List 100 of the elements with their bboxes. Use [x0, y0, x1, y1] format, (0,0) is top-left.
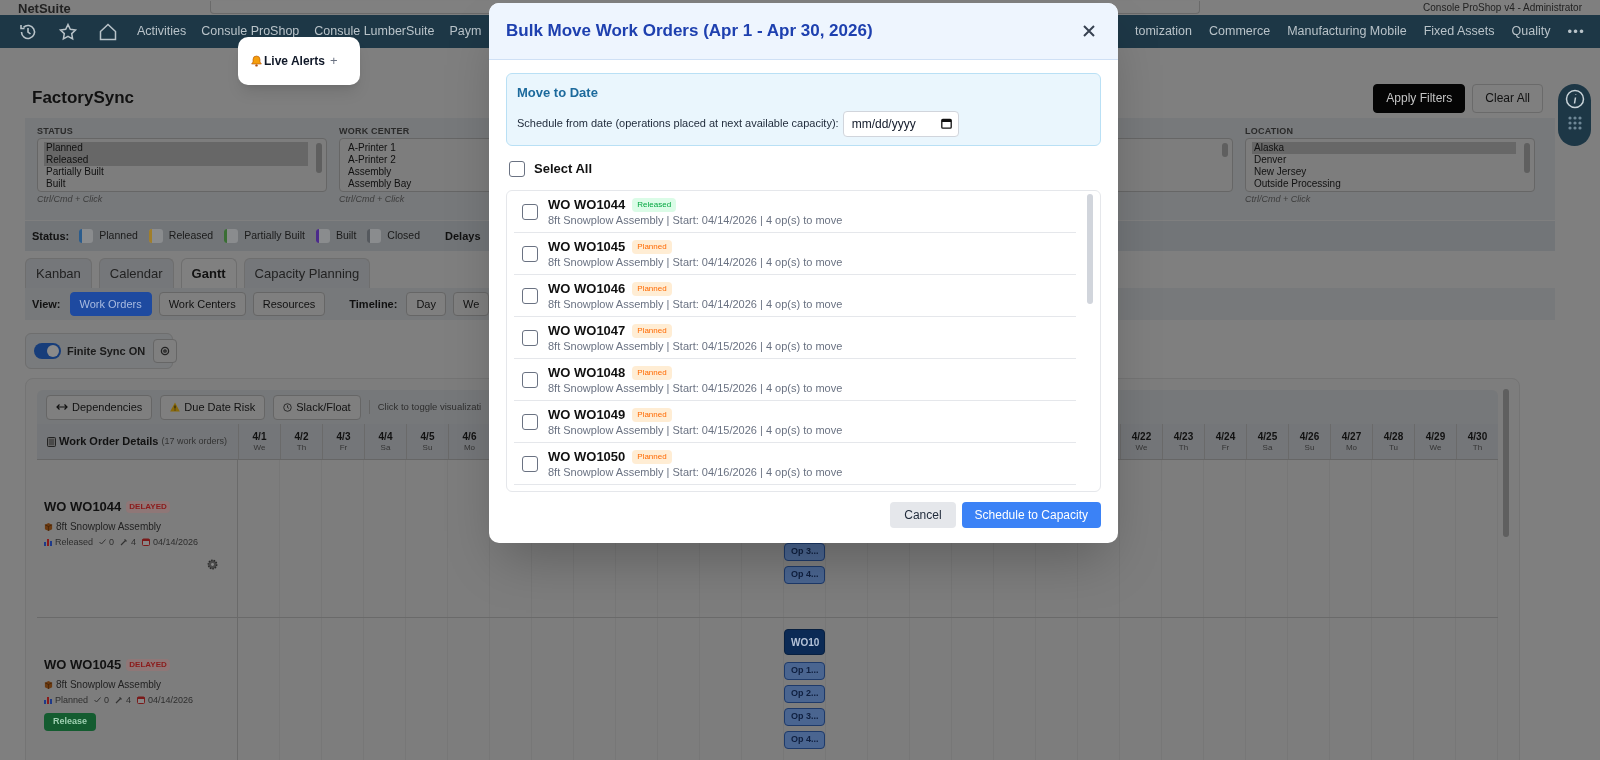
date-label: 4/6: [462, 430, 477, 443]
date-label: 4/28: [1383, 430, 1404, 443]
listbox-option[interactable]: Built: [44, 178, 308, 190]
listbox-option[interactable]: Partially Built: [44, 166, 308, 178]
done-count: 0: [109, 535, 115, 549]
tab[interactable]: Calendar: [98, 258, 174, 288]
column-header: Work Order Details: [59, 434, 159, 450]
toggle-button[interactable]: Work Centers: [158, 292, 246, 316]
operation-bar[interactable]: Op 4...: [784, 731, 825, 749]
filter-label: WORK CENTER: [339, 125, 410, 137]
weekday-label: Tu: [1388, 442, 1398, 453]
operation-bar[interactable]: Op 2...: [784, 685, 825, 703]
tab[interactable]: Gantt: [180, 258, 237, 288]
date-label: 4/23: [1173, 430, 1194, 443]
done-count: 0: [104, 693, 110, 707]
account-label: Console ProShop v4 - Administrator: [1423, 2, 1582, 13]
filter-label: LOCATION: [1245, 125, 1294, 137]
listbox-option[interactable]: Released: [44, 154, 308, 166]
toolbar-button[interactable]: Due Date Risk: [160, 394, 266, 420]
panel-title: Move to Date: [517, 84, 599, 102]
date-label: 4/25: [1257, 430, 1278, 443]
dialog-button[interactable]: Cancel: [890, 502, 956, 528]
nav-link[interactable]: Activities: [137, 22, 187, 41]
toolbar-button[interactable]: Dependencies: [46, 394, 153, 420]
work-order-title: WO WO1045: [44, 656, 122, 674]
toggle-button[interactable]: Resources: [252, 292, 326, 316]
nav-link[interactable]: Commerce: [1209, 22, 1271, 41]
nav-link[interactable]: Consule LumberSuite: [314, 22, 435, 41]
weekday-label: We: [1135, 442, 1148, 453]
nav-link[interactable]: Manufacturing Mobile: [1287, 22, 1407, 41]
filter-label: STATUS: [37, 125, 73, 137]
order-detail: 8ft Snowplow Assembly | Start: 04/14/2026 | 4 op(s) to move: [548, 254, 843, 269]
order-title: WO WO1046: [548, 280, 626, 297]
operation-bar[interactable]: Op 1...: [784, 662, 825, 680]
toolbar-button[interactable]: Slack/Float: [273, 394, 361, 420]
legend-item: Partially Built: [244, 228, 305, 244]
status-badge: DELAYED: [126, 658, 170, 671]
order-bar[interactable]: WO10: [784, 629, 825, 655]
checkbox-label: Select All: [534, 160, 593, 179]
status-badge: Released: [632, 197, 677, 212]
listbox-option[interactable]: New Jersey: [1252, 166, 1516, 178]
nav-link[interactable]: Quality: [1511, 22, 1551, 41]
listbox-option[interactable]: Planned: [44, 142, 308, 154]
order-detail: 8ft Snowplow Assembly | Start: 04/15/2026 | 4 op(s) to move: [548, 338, 843, 353]
order-title: WO WO1050: [548, 448, 626, 465]
item-name: 8ft Snowplow Assembly: [56, 519, 162, 534]
operation-count: 4: [131, 535, 137, 549]
date-label: 4/24: [1215, 430, 1236, 443]
toggle-button[interactable]: Work Orders: [69, 292, 152, 316]
live-alerts-label: Live Alerts: [264, 53, 325, 70]
nav-link[interactable]: Paym: [449, 22, 482, 41]
date-label: 4/5: [420, 430, 435, 443]
toggle-button[interactable]: We: [452, 292, 490, 316]
more-button[interactable]: •••: [1567, 21, 1585, 42]
status-badge: DELAYED: [126, 500, 170, 513]
order-title: WO WO1049: [548, 406, 626, 423]
legend-item: Built: [335, 228, 357, 244]
date-label: 4/3: [336, 430, 351, 443]
view-label: View:: [32, 296, 61, 312]
action-button[interactable]: Clear All: [1472, 83, 1543, 113]
nav-link[interactable]: Consule ProShop: [201, 22, 300, 41]
weekday-label: We: [253, 442, 266, 453]
listbox[interactable]: Planned Released Partially Built Built: [37, 138, 327, 192]
legend-label: Delays: [445, 228, 481, 244]
operation-bar[interactable]: Op 4...: [784, 566, 825, 584]
release-button[interactable]: Release: [44, 713, 97, 731]
operation-bar[interactable]: Op 3...: [784, 708, 825, 726]
weekday-label: Sa: [1262, 442, 1273, 453]
legend-item: Closed: [387, 228, 421, 244]
nav-link[interactable]: tomization: [1135, 22, 1192, 41]
weekday-label: Mo: [1345, 442, 1358, 453]
operation-bar[interactable]: Op 3...: [784, 543, 825, 561]
order-title: WO WO1045: [548, 238, 626, 255]
count-label: (17 work orders): [161, 434, 227, 448]
listbox-option[interactable]: Alaska: [1252, 142, 1516, 154]
dialog-button[interactable]: Schedule to Capacity: [961, 502, 1101, 528]
dialog-title: Bulk Move Work Orders (Apr 1 - Apr 30, 2026): [506, 20, 873, 43]
weekday-label: We: [1429, 442, 1442, 453]
tab[interactable]: Kanban: [25, 258, 92, 288]
date-label: 4/22: [1131, 430, 1152, 443]
action-button[interactable]: Apply Filters: [1373, 83, 1466, 113]
status-text: Released: [55, 535, 94, 549]
date-label: 4/4: [378, 430, 393, 443]
listbox[interactable]: Alaska Denver New Jersey Outside Processing: [1245, 138, 1535, 192]
order-detail: 8ft Snowplow Assembly | Start: 04/14/2026 | 4 op(s) to move: [548, 212, 843, 227]
toggle-button[interactable]: Day: [406, 292, 446, 316]
date-label: 4/27: [1341, 430, 1362, 443]
add-button[interactable]: +: [329, 51, 338, 71]
date-field[interactable]: mm/dd/yyyy: [842, 110, 959, 137]
legend-label: Status:: [32, 228, 70, 244]
date-label: 4/1: [252, 430, 267, 443]
weekday-label: Sa: [380, 442, 391, 453]
date-text: 04/14/2026: [153, 535, 199, 549]
order-detail: 8ft Snowplow Assembly | Start: 04/14/2026 | 4 op(s) to move: [548, 296, 843, 311]
operation-count: 4: [126, 693, 132, 707]
tab[interactable]: Capacity Planning: [243, 258, 371, 288]
status-badge: Planned: [632, 365, 672, 380]
nav-link[interactable]: Fixed Assets: [1423, 22, 1495, 41]
listbox-option[interactable]: Denver: [1252, 154, 1516, 166]
listbox-option[interactable]: Outside Processing: [1252, 178, 1516, 190]
